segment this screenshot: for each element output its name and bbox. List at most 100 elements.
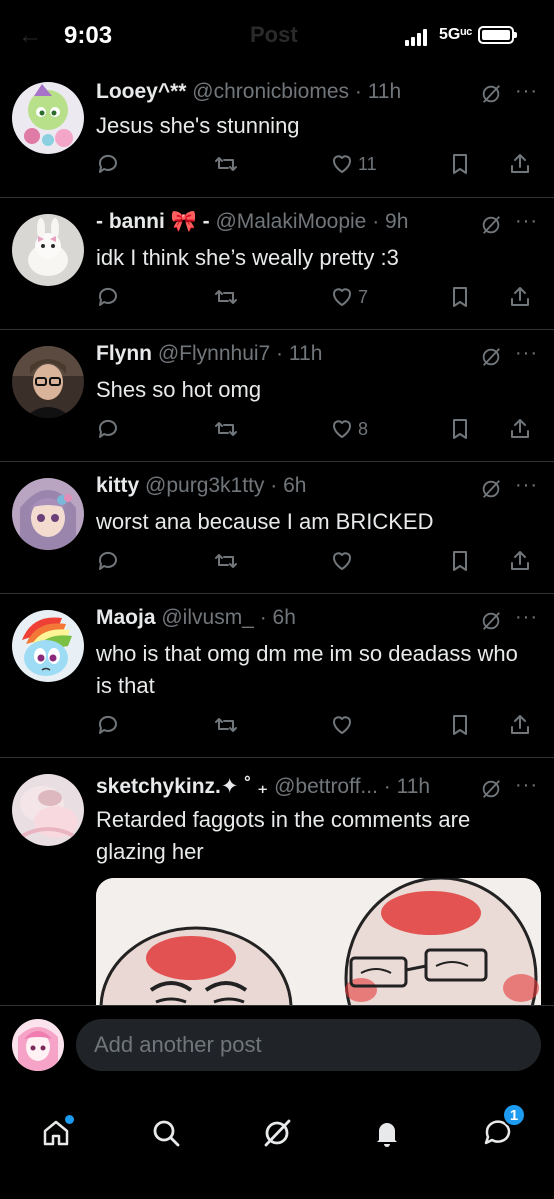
bookmark-button[interactable]	[448, 414, 472, 444]
user-handle[interactable]: @Flynnhui7	[158, 342, 270, 365]
speech-bubble-icon	[98, 551, 117, 570]
grok-icon[interactable]	[480, 610, 502, 632]
reply-button[interactable]	[96, 149, 120, 179]
avatar[interactable]	[12, 610, 84, 682]
more-dots-icon[interactable]: ···	[515, 80, 538, 103]
grok-icon[interactable]	[480, 346, 502, 368]
display-name[interactable]: sketchykinz.✦ ˚ ₊	[96, 775, 268, 798]
display-name[interactable]: kitty	[96, 474, 139, 497]
reply-item[interactable]: - banni 🎀 - @MalakiMoopie · 9h ··· idk I…	[0, 198, 554, 330]
bell-icon	[377, 1123, 397, 1147]
reply-item[interactable]: Flynn @Flynnhui7 · 11h ··· Shes so hot o…	[0, 330, 554, 462]
like-count: 7	[358, 286, 369, 307]
action-bar: 11	[96, 149, 536, 179]
reply-item[interactable]: Looey^** @chronicbiomes · 11h ··· Jesus …	[0, 72, 554, 198]
reply-text: who is that omg dm me im so deadass who …	[96, 641, 518, 698]
grok-icon	[264, 1119, 291, 1147]
like-button[interactable]: 8	[330, 414, 368, 444]
share-button[interactable]	[508, 282, 532, 312]
reply-button[interactable]	[96, 546, 120, 576]
nav-home[interactable]	[36, 1113, 76, 1153]
timestamp: 6h	[283, 474, 307, 497]
like-button[interactable]	[330, 546, 358, 576]
like-button[interactable]: 11	[330, 149, 377, 179]
repost-button[interactable]	[214, 710, 238, 740]
avatar[interactable]	[12, 774, 84, 846]
battery-icon	[478, 26, 517, 44]
timestamp: 11h	[367, 80, 402, 103]
reply-header: Maoja @ilvusm_ · 6h	[96, 606, 296, 629]
repost-button[interactable]	[214, 546, 238, 576]
display-name[interactable]: - banni 🎀 -	[96, 210, 210, 233]
post-media-image[interactable]	[96, 878, 541, 1005]
repost-arrows-icon	[215, 422, 237, 436]
more-dots-icon[interactable]: ···	[515, 210, 538, 233]
bookmark-button[interactable]	[448, 149, 472, 179]
bookmark-button[interactable]	[448, 282, 472, 312]
timestamp: 6h	[272, 606, 296, 629]
share-button[interactable]	[508, 149, 532, 179]
bookmark-icon	[453, 551, 467, 571]
user-handle[interactable]: @bettroff...	[274, 775, 378, 798]
grok-icon[interactable]	[480, 214, 502, 236]
user-handle[interactable]: @ilvusm_	[161, 606, 254, 629]
bookmark-icon	[453, 419, 467, 439]
more-dots-icon[interactable]: ···	[515, 774, 538, 797]
more-dots-icon[interactable]: ···	[515, 606, 538, 629]
messages-badge: 1	[502, 1103, 526, 1127]
user-handle[interactable]: @chronicbiomes	[192, 80, 349, 103]
reply-item[interactable]: kitty @purg3k1tty · 6h ··· worst ana bec…	[0, 462, 554, 594]
share-button[interactable]	[508, 414, 532, 444]
avatar[interactable]	[12, 214, 84, 286]
heart-icon	[333, 552, 351, 570]
share-button[interactable]	[508, 710, 532, 740]
like-button[interactable]	[330, 710, 358, 740]
display-name[interactable]: Flynn	[96, 342, 152, 365]
reply-text: idk I think she’s weally pretty :3	[96, 245, 399, 270]
reply-button[interactable]	[96, 282, 120, 312]
bookmark-icon	[453, 287, 467, 307]
display-name[interactable]: Maoja	[96, 606, 156, 629]
avatar[interactable]	[12, 478, 84, 550]
reply-item[interactable]: Maoja @ilvusm_ · 6h ··· who is that omg …	[0, 594, 554, 758]
reply-header: - banni 🎀 - @MalakiMoopie · 9h	[96, 210, 409, 233]
action-bar: 8	[96, 414, 536, 444]
signal-icon	[405, 28, 431, 46]
nav-messages[interactable]: 1	[478, 1103, 526, 1153]
user-handle[interactable]: @MalakiMoopie	[215, 210, 366, 233]
grok-icon[interactable]	[480, 778, 502, 800]
repost-button[interactable]	[214, 149, 238, 179]
bookmark-button[interactable]	[448, 546, 472, 576]
share-upload-icon	[511, 715, 529, 734]
more-dots-icon[interactable]: ···	[515, 474, 538, 497]
avatar[interactable]	[12, 1019, 64, 1071]
reply-header: Flynn @Flynnhui7 · 11h	[96, 342, 323, 365]
avatar[interactable]	[12, 346, 84, 418]
nav-notifications[interactable]	[367, 1113, 407, 1153]
back-arrow-icon[interactable]: ←	[18, 22, 42, 50]
speech-bubble-icon	[98, 287, 117, 306]
bookmark-button[interactable]	[448, 710, 472, 740]
grok-icon[interactable]	[480, 83, 502, 105]
heart-icon	[333, 420, 351, 438]
timestamp: 9h	[385, 210, 409, 233]
reply-button[interactable]	[96, 710, 120, 740]
display-name[interactable]: Looey^**	[96, 80, 186, 103]
like-button[interactable]: 7	[330, 282, 368, 312]
more-dots-icon[interactable]: ···	[515, 342, 538, 365]
reply-button[interactable]	[96, 414, 120, 444]
repost-button[interactable]	[214, 282, 238, 312]
speech-bubble-icon	[98, 419, 117, 438]
nav-grok[interactable]	[257, 1113, 297, 1153]
bottom-nav: 1	[0, 1085, 554, 1199]
repost-button[interactable]	[214, 414, 238, 444]
share-button[interactable]	[508, 546, 532, 576]
reply-input[interactable]: Add another post	[76, 1019, 541, 1071]
share-upload-icon	[511, 154, 529, 173]
action-bar	[96, 710, 536, 740]
grok-icon[interactable]	[480, 478, 502, 500]
avatar[interactable]	[12, 82, 84, 154]
nav-search[interactable]	[146, 1113, 186, 1153]
user-handle[interactable]: @purg3k1tty	[145, 474, 264, 497]
timestamp: 11h	[288, 342, 323, 365]
